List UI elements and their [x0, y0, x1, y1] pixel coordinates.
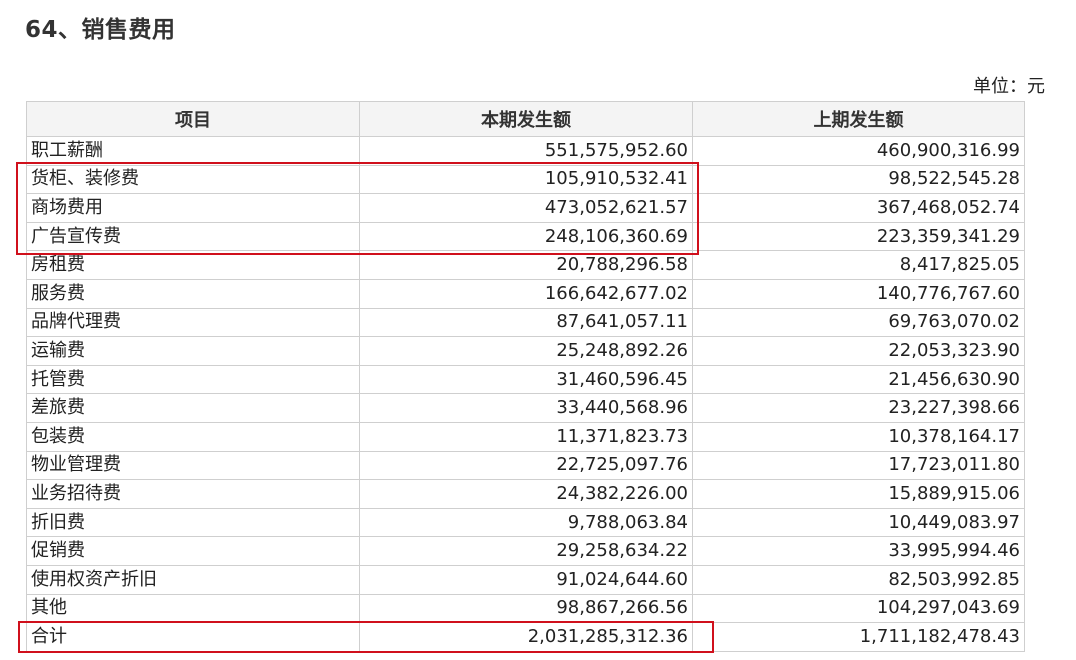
cell-item: 使用权资产折旧 [26, 564, 360, 595]
cell-item: 差旅费 [26, 393, 360, 423]
cell-current-period: 98,867,266.56 [359, 593, 693, 624]
cell-current-period: 91,024,644.60 [359, 564, 693, 595]
page-title: 64、销售费用 [25, 17, 176, 43]
cell-current-period: 31,460,596.45 [359, 364, 693, 395]
table-row: 商场费用 473,052,621.57 367,468,052.74 [26, 193, 1025, 223]
table-row: 业务招待费 24,382,226.00 15,889,915.06 [26, 479, 1025, 509]
cell-prior-period: 104,297,043.69 [692, 593, 1025, 624]
cell-item: 促销费 [26, 536, 360, 566]
table-row: 运输费 25,248,892.26 22,053,323.90 [26, 336, 1025, 366]
cell-item: 合计 [26, 622, 360, 652]
table-row: 包装费 11,371,823.73 10,378,164.17 [26, 421, 1025, 452]
cell-current-period: 9,788,063.84 [359, 507, 693, 538]
unit-label: 单位：元 [973, 76, 1045, 97]
cell-current-period: 33,440,568.96 [359, 393, 693, 423]
cell-prior-period: 98,522,545.28 [692, 164, 1025, 195]
cell-current-period: 11,371,823.73 [359, 421, 693, 452]
cell-prior-period: 17,723,011.80 [692, 450, 1025, 481]
cell-item: 业务招待费 [26, 479, 360, 509]
cell-item: 品牌代理费 [26, 307, 360, 338]
header-current-period: 本期发生额 [359, 101, 693, 137]
header-prior-period: 上期发生额 [692, 101, 1025, 137]
cell-prior-period: 140,776,767.60 [692, 278, 1025, 309]
cell-current-period: 248,106,360.69 [359, 221, 693, 252]
sales-expense-table: 项目 本期发生额 上期发生额 职工薪酬 551,575,952.60 460,900… [26, 101, 1025, 652]
table-row: 服务费 166,642,677.02 140,776,767.60 [26, 278, 1025, 309]
cell-item: 包装费 [26, 421, 360, 452]
cell-current-period: 473,052,621.57 [359, 193, 693, 223]
cell-prior-period: 23,227,398.66 [692, 393, 1025, 423]
cell-item: 折旧费 [26, 507, 360, 538]
cell-prior-period: 33,995,994.46 [692, 536, 1025, 566]
cell-item: 房租费 [26, 250, 360, 280]
table-row: 物业管理费 22,725,097.76 17,723,011.80 [26, 450, 1025, 481]
table-row: 合计 2,031,285,312.36 1,711,182,478.43 [26, 622, 1025, 652]
cell-prior-period: 21,456,630.90 [692, 364, 1025, 395]
cell-prior-period: 69,763,070.02 [692, 307, 1025, 338]
cell-prior-period: 223,359,341.29 [692, 221, 1025, 252]
cell-prior-period: 10,449,083.97 [692, 507, 1025, 538]
table-row: 促销费 29,258,634.22 33,995,994.46 [26, 536, 1025, 566]
table-body: 职工薪酬 551,575,952.60 460,900,316.99 货柜、装修费 10… [26, 136, 1025, 652]
cell-prior-period: 460,900,316.99 [692, 136, 1025, 166]
cell-item: 广告宣传费 [26, 221, 360, 252]
cell-prior-period: 367,468,052.74 [692, 193, 1025, 223]
table-row: 职工薪酬 551,575,952.60 460,900,316.99 [26, 136, 1025, 166]
cell-item: 物业管理费 [26, 450, 360, 481]
cell-current-period: 20,788,296.58 [359, 250, 693, 280]
cell-item: 职工薪酬 [26, 136, 360, 166]
cell-prior-period: 1,711,182,478.43 [692, 622, 1025, 652]
cell-prior-period: 15,889,915.06 [692, 479, 1025, 509]
cell-current-period: 87,641,057.11 [359, 307, 693, 338]
cell-prior-period: 82,503,992.85 [692, 564, 1025, 595]
cell-current-period: 166,642,677.02 [359, 278, 693, 309]
table-row: 使用权资产折旧 91,024,644.60 82,503,992.85 [26, 564, 1025, 595]
cell-current-period: 105,910,532.41 [359, 164, 693, 195]
cell-current-period: 551,575,952.60 [359, 136, 693, 166]
table-row: 托管费 31,460,596.45 21,456,630.90 [26, 364, 1025, 395]
cell-current-period: 22,725,097.76 [359, 450, 693, 481]
table-row: 货柜、装修费 105,910,532.41 98,522,545.28 [26, 164, 1025, 195]
table-row: 广告宣传费 248,106,360.69 223,359,341.29 [26, 221, 1025, 252]
cell-current-period: 24,382,226.00 [359, 479, 693, 509]
cell-current-period: 2,031,285,312.36 [359, 622, 693, 652]
cell-item: 运输费 [26, 336, 360, 366]
cell-item: 服务费 [26, 278, 360, 309]
cell-item: 货柜、装修费 [26, 164, 360, 195]
cell-item: 托管费 [26, 364, 360, 395]
cell-current-period: 29,258,634.22 [359, 536, 693, 566]
table-row: 房租费 20,788,296.58 8,417,825.05 [26, 250, 1025, 280]
table-row: 其他 98,867,266.56 104,297,043.69 [26, 593, 1025, 624]
table-row: 品牌代理费 87,641,057.11 69,763,070.02 [26, 307, 1025, 338]
cell-item: 商场费用 [26, 193, 360, 223]
header-item: 项目 [26, 101, 360, 137]
cell-prior-period: 10,378,164.17 [692, 421, 1025, 452]
table-header-row: 项目 本期发生额 上期发生额 [26, 101, 1025, 137]
table-row: 折旧费 9,788,063.84 10,449,083.97 [26, 507, 1025, 538]
cell-item: 其他 [26, 593, 360, 624]
cell-prior-period: 8,417,825.05 [692, 250, 1025, 280]
cell-prior-period: 22,053,323.90 [692, 336, 1025, 366]
table-row: 差旅费 33,440,568.96 23,227,398.66 [26, 393, 1025, 423]
cell-current-period: 25,248,892.26 [359, 336, 693, 366]
